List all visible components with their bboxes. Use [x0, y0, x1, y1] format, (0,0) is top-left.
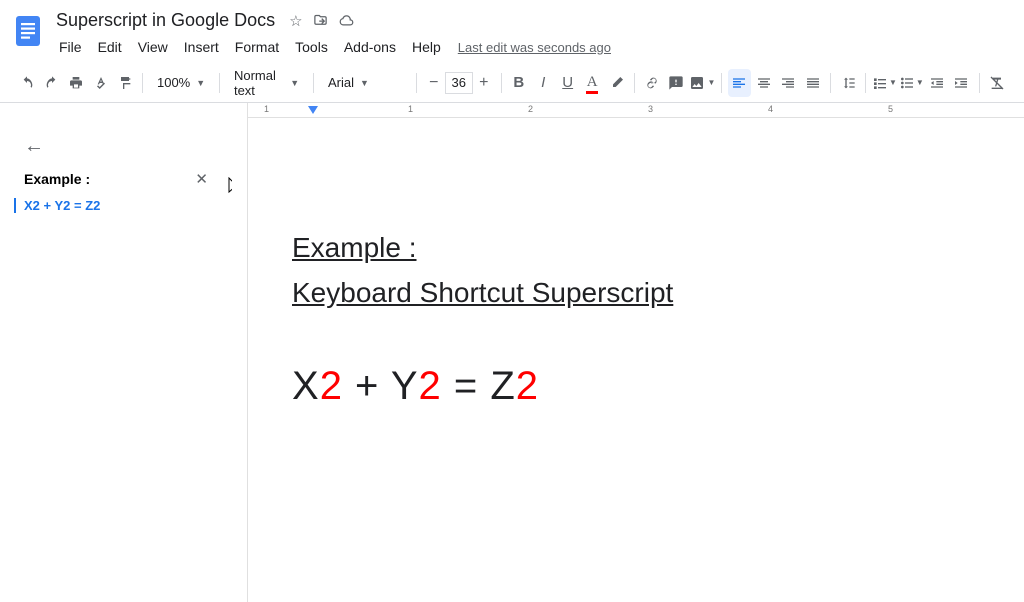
separator — [865, 73, 866, 93]
last-edit-link[interactable]: Last edit was seconds ago — [458, 40, 611, 55]
clear-formatting-button[interactable] — [985, 69, 1007, 97]
document-title[interactable]: Superscript in Google Docs — [52, 8, 279, 33]
menu-addons[interactable]: Add-ons — [337, 35, 403, 59]
horizontal-ruler[interactable]: 1 1 2 3 4 5 — [248, 103, 1024, 118]
zoom-select[interactable]: 100% ▼ — [149, 69, 213, 97]
document-page[interactable]: Example : Keyboard Shortcut Superscript … — [248, 118, 1024, 602]
ruler-mark: 3 — [648, 104, 653, 114]
doc-heading-1[interactable]: Example : — [292, 226, 1024, 271]
align-center-button[interactable] — [753, 69, 775, 97]
bold-button[interactable]: B — [508, 69, 530, 97]
add-comment-button[interactable] — [665, 69, 687, 97]
outline-heading[interactable]: Example : — [24, 171, 90, 187]
paint-format-button[interactable] — [114, 69, 136, 97]
separator — [634, 73, 635, 93]
vertical-ruler[interactable] — [232, 103, 248, 602]
caret-down-icon: ▼ — [360, 78, 369, 88]
increase-indent-button[interactable] — [950, 69, 972, 97]
menu-insert[interactable]: Insert — [177, 35, 226, 59]
separator — [501, 73, 502, 93]
ruler-mark: 1 — [408, 104, 413, 114]
font-select[interactable]: Arial ▼ — [320, 69, 410, 97]
bulleted-list-button[interactable]: ▼ — [899, 69, 924, 97]
font-size-group: − 36 + — [423, 72, 495, 94]
ruler-mark: 1 — [264, 104, 269, 114]
close-icon[interactable]: ✕ — [195, 170, 208, 188]
separator — [416, 73, 417, 93]
highlight-button[interactable] — [605, 69, 627, 97]
separator — [142, 73, 143, 93]
align-right-button[interactable] — [777, 69, 799, 97]
cloud-status-icon[interactable] — [338, 13, 355, 28]
menu-bar: File Edit View Insert Format Tools Add-o… — [52, 35, 1014, 59]
star-icon[interactable]: ☆ — [289, 12, 302, 30]
menu-help[interactable]: Help — [405, 35, 448, 59]
main-area: ← Example : ✕ X2 + Y2 = Z2 1 1 2 3 4 5 E… — [0, 103, 1024, 602]
separator — [313, 73, 314, 93]
ruler-mark: 5 — [888, 104, 893, 114]
doc-heading-2[interactable]: Keyboard Shortcut Superscript — [292, 271, 1024, 316]
underline-button[interactable]: U — [556, 69, 578, 97]
menu-format[interactable]: Format — [228, 35, 286, 59]
docs-logo[interactable] — [10, 12, 46, 48]
formula-plus: + — [343, 364, 391, 408]
font-size-decrease[interactable]: − — [423, 72, 445, 94]
print-button[interactable] — [65, 69, 87, 97]
title-row: Superscript in Google Docs ☆ — [52, 8, 1014, 33]
title-area: Superscript in Google Docs ☆ File Edit V… — [52, 8, 1014, 59]
paragraph-style-select[interactable]: Normal text ▼ — [226, 69, 307, 97]
caret-down-icon: ▼ — [707, 78, 715, 87]
text-color-swatch — [586, 91, 598, 94]
menu-edit[interactable]: Edit — [91, 35, 129, 59]
caret-down-icon: ▼ — [290, 78, 299, 88]
align-justify-button[interactable] — [801, 69, 823, 97]
formula-y2: 2 — [419, 364, 442, 408]
toolbar: 100% ▼ Normal text ▼ Arial ▼ − 36 + B I U A… — [0, 63, 1024, 103]
text-color-button[interactable]: A — [581, 69, 603, 97]
document-container: 1 1 2 3 4 5 Example : Keyboard Shortcut … — [248, 103, 1024, 602]
italic-button[interactable]: I — [532, 69, 554, 97]
style-value: Normal text — [234, 68, 284, 98]
redo-button[interactable] — [40, 69, 62, 97]
indent-marker-icon[interactable] — [308, 106, 318, 116]
menu-tools[interactable]: Tools — [288, 35, 335, 59]
caret-down-icon: ▼ — [889, 78, 897, 87]
ruler-mark: 2 — [528, 104, 533, 114]
formula-x2: 2 — [320, 364, 343, 408]
insert-link-button[interactable] — [641, 69, 663, 97]
zoom-value: 100% — [157, 75, 190, 90]
formula-y: Y — [391, 364, 419, 408]
ruler-mark: 4 — [768, 104, 773, 114]
line-spacing-button[interactable] — [837, 69, 859, 97]
doc-formula[interactable]: X2 + Y2 = Z2 — [292, 364, 1024, 409]
menu-view[interactable]: View — [131, 35, 175, 59]
separator — [830, 73, 831, 93]
insert-image-button[interactable]: ▼ — [689, 69, 715, 97]
font-size-increase[interactable]: + — [473, 72, 495, 94]
outline-back-button[interactable]: ← — [24, 135, 216, 158]
doc-header: Superscript in Google Docs ☆ File Edit V… — [0, 0, 1024, 59]
separator — [979, 73, 980, 93]
decrease-indent-button[interactable] — [926, 69, 948, 97]
outline-panel: ← Example : ✕ X2 + Y2 = Z2 — [0, 103, 232, 602]
formula-z2: 2 — [516, 364, 539, 408]
align-left-button[interactable] — [728, 69, 750, 97]
font-size-input[interactable]: 36 — [445, 72, 473, 94]
formula-z: Z — [490, 364, 515, 408]
menu-file[interactable]: File — [52, 35, 89, 59]
outline-item[interactable]: X2 + Y2 = Z2 — [14, 198, 216, 213]
checklist-button[interactable]: ▼ — [872, 69, 897, 97]
separator — [219, 73, 220, 93]
formula-eq: = — [442, 364, 491, 408]
move-icon[interactable] — [313, 13, 328, 28]
separator — [721, 73, 722, 93]
formula-x: X — [292, 364, 320, 408]
spellcheck-button[interactable] — [89, 69, 111, 97]
caret-down-icon: ▼ — [916, 78, 924, 87]
font-value: Arial — [328, 75, 354, 90]
caret-down-icon: ▼ — [196, 78, 205, 88]
undo-button[interactable] — [16, 69, 38, 97]
